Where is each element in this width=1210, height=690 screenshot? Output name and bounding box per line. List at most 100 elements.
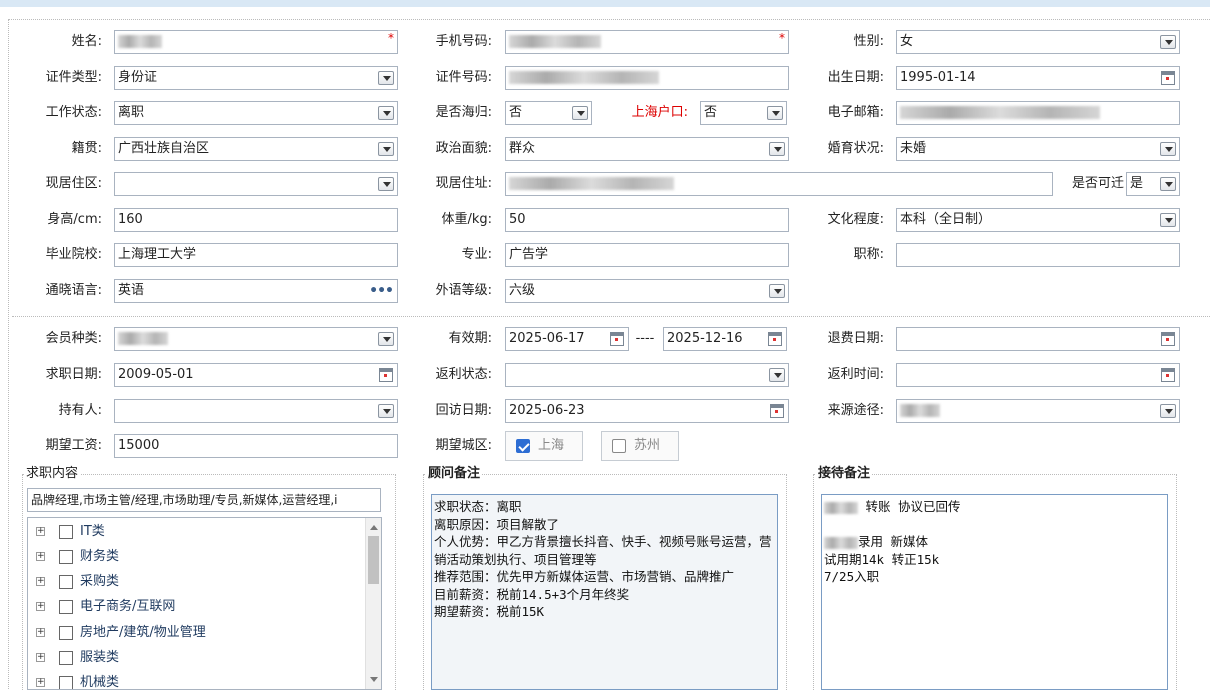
work-status-select[interactable]: 离职 — [114, 101, 398, 125]
checkbox-icon[interactable] — [59, 600, 73, 614]
chevron-down-icon[interactable] — [378, 106, 394, 120]
checkbox-icon[interactable] — [59, 626, 73, 640]
scroll-thumb[interactable] — [368, 536, 379, 584]
lang-level-select[interactable]: 六级 — [505, 279, 789, 303]
expand-icon[interactable]: + — [36, 577, 45, 586]
rebate-time-input[interactable] — [896, 363, 1180, 387]
expand-icon[interactable]: + — [36, 527, 45, 536]
source-select[interactable] — [896, 399, 1180, 423]
expand-icon[interactable]: + — [36, 552, 45, 561]
chevron-down-icon[interactable] — [1160, 213, 1176, 227]
rebate-status-select[interactable] — [505, 363, 789, 387]
school-label: 毕业院校: — [45, 247, 102, 262]
advisor-notes-textarea[interactable]: 求职状态：离职 离职原因：项目解散了 个人优势：甲乙方背景擅长抖音、快手、视频号… — [431, 494, 778, 690]
chevron-down-icon[interactable] — [1160, 404, 1176, 418]
calendar-icon[interactable] — [1161, 368, 1175, 382]
chevron-down-icon[interactable] — [1160, 177, 1176, 191]
more-icon[interactable]: ••• — [369, 280, 394, 302]
chevron-down-icon[interactable] — [572, 106, 588, 120]
checkbox-icon[interactable] — [59, 651, 73, 665]
calendar-icon[interactable] — [770, 404, 784, 418]
title-input[interactable] — [896, 243, 1180, 267]
email-input[interactable] — [896, 101, 1180, 125]
calendar-icon[interactable] — [1161, 332, 1175, 346]
chevron-down-icon[interactable] — [769, 142, 785, 156]
reception-notes-textarea[interactable]: 转账 协议已回传 录用 新媒体 试用期14k 转正15k 7/25入职 — [821, 494, 1168, 690]
checkbox-icon[interactable] — [59, 575, 73, 589]
tree-item[interactable]: + 房地产/建筑/物业管理 — [28, 623, 366, 643]
tree-item[interactable]: + 电子商务/互联网 — [28, 597, 366, 617]
hukou-select[interactable]: 否 — [700, 101, 787, 125]
chevron-down-icon[interactable] — [378, 71, 394, 85]
expand-icon[interactable]: + — [36, 602, 45, 611]
chevron-down-icon[interactable] — [769, 284, 785, 298]
visit-date-input[interactable]: 2025-06-23 — [505, 399, 789, 423]
city-option-label: 苏州 — [634, 438, 661, 453]
phone-label: 手机号码: — [435, 34, 492, 49]
calendar-icon[interactable] — [379, 368, 393, 382]
marital-select[interactable]: 未婚 — [896, 137, 1180, 161]
chevron-down-icon[interactable] — [378, 332, 394, 346]
chevron-down-icon[interactable] — [1160, 142, 1176, 156]
language-input[interactable]: 英语 ••• — [114, 279, 398, 303]
address-input[interactable] — [505, 172, 1053, 196]
major-input[interactable]: 广告学 — [505, 243, 789, 267]
member-type-select[interactable] — [114, 327, 398, 351]
tree-item[interactable]: + IT类 — [28, 522, 366, 542]
city-shanghai-checkbox[interactable]: 上海 — [505, 431, 583, 461]
city-suzhou-checkbox[interactable]: 苏州 — [601, 431, 679, 461]
chevron-down-icon[interactable] — [769, 368, 785, 382]
birth-date-input[interactable]: 1995-01-14 — [896, 66, 1180, 90]
checkbox-icon[interactable] — [59, 525, 73, 539]
visit-date-value: 2025-06-23 — [509, 403, 585, 418]
chevron-down-icon[interactable] — [378, 177, 394, 191]
holder-select[interactable] — [114, 399, 398, 423]
tree-item[interactable]: + 服装类 — [28, 648, 366, 668]
checkbox-icon[interactable] — [59, 676, 73, 689]
tree-item[interactable]: + 机械类 — [28, 673, 366, 689]
gender-select[interactable]: 女 — [896, 30, 1180, 54]
political-select[interactable]: 群众 — [505, 137, 789, 161]
expand-icon[interactable]: + — [36, 653, 45, 662]
native-select[interactable]: 广西壮族自治区 — [114, 137, 398, 161]
calendar-icon[interactable] — [768, 332, 782, 346]
tree-item[interactable]: + 采购类 — [28, 572, 366, 592]
id-no-input[interactable] — [505, 66, 789, 90]
education-select[interactable]: 本科（全日制） — [896, 208, 1180, 232]
calendar-icon[interactable] — [1161, 71, 1175, 85]
redacted-text — [509, 35, 601, 48]
valid-start-input[interactable]: 2025-06-17 — [505, 327, 629, 351]
id-type-value: 身份证 — [118, 70, 158, 85]
tree-scrollbar[interactable] — [365, 518, 381, 689]
education-label: 文化程度: — [827, 212, 884, 227]
job-date-input[interactable]: 2009-05-01 — [114, 363, 398, 387]
checkbox-icon[interactable] — [59, 550, 73, 564]
overseas-select[interactable]: 否 — [505, 101, 592, 125]
weight-input[interactable]: 50 — [505, 208, 789, 232]
salary-input[interactable]: 15000 — [114, 434, 398, 458]
tree-item[interactable]: + 财务类 — [28, 547, 366, 567]
expand-icon[interactable]: + — [36, 678, 45, 687]
id-type-select[interactable]: 身份证 — [114, 66, 398, 90]
required-mark: * — [388, 31, 394, 45]
chevron-down-icon[interactable] — [378, 404, 394, 418]
school-input[interactable]: 上海理工大学 — [114, 243, 398, 267]
residence-area-select[interactable] — [114, 172, 398, 196]
scroll-down-icon[interactable] — [370, 677, 378, 682]
name-input[interactable]: * — [114, 30, 398, 54]
refund-date-input[interactable] — [896, 327, 1180, 351]
height-input[interactable]: 160 — [114, 208, 398, 232]
valid-end-input[interactable]: 2025-12-16 — [663, 327, 787, 351]
relocate-select[interactable]: 是 — [1126, 172, 1180, 196]
title-label: 职称: — [853, 247, 884, 262]
redacted-text — [509, 177, 674, 190]
chevron-down-icon[interactable] — [767, 106, 783, 120]
language-value: 英语 — [118, 283, 145, 298]
scroll-up-icon[interactable] — [370, 525, 378, 530]
calendar-icon[interactable] — [610, 332, 624, 346]
phone-input[interactable]: * — [505, 30, 789, 54]
expand-icon[interactable]: + — [36, 628, 45, 637]
job-selected-input[interactable]: 品牌经理,市场主管/经理,市场助理/专员,新媒体,运营经理,i — [27, 488, 381, 512]
chevron-down-icon[interactable] — [378, 142, 394, 156]
chevron-down-icon[interactable] — [1160, 35, 1176, 49]
